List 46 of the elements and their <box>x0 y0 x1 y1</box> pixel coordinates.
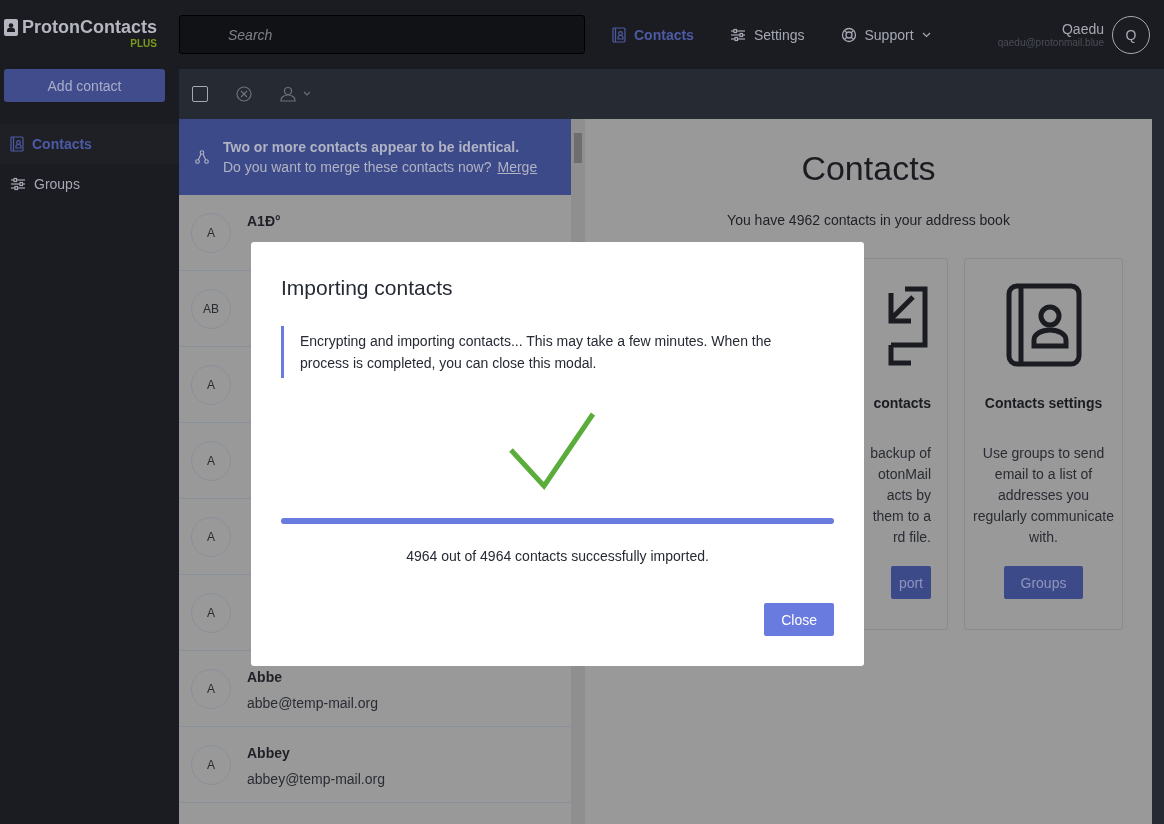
lifebuoy-icon <box>840 26 857 43</box>
add-contact-button[interactable]: Add contact <box>4 69 165 102</box>
dialog-title: Importing contacts <box>281 276 454 300</box>
card-button[interactable]: port <box>890 566 931 599</box>
search-field[interactable]: Search <box>179 15 585 54</box>
merge-icon <box>195 150 209 164</box>
contact-email: abbe@temp-mail.org <box>247 695 378 711</box>
nav-link[interactable]: Settings <box>729 26 805 43</box>
card-button[interactable]: Groups <box>1003 566 1084 599</box>
panel-title: Contacts <box>801 149 936 188</box>
person-dropdown-icon[interactable] <box>280 86 310 102</box>
panel-subtitle: You have 4962 contacts in your address book <box>727 212 1010 228</box>
select-all-checkbox[interactable] <box>192 86 208 102</box>
card-text: acts by <box>886 486 931 505</box>
merge-link[interactable]: Merge <box>497 159 538 175</box>
address-book-icon <box>612 26 626 43</box>
card-text: backup of <box>870 444 931 463</box>
card-title: Contacts settings <box>984 395 1103 411</box>
address-book-icon <box>10 136 24 152</box>
sliders-icon <box>10 177 26 191</box>
card-text: otonMail <box>878 465 931 484</box>
contact-name: Abbe <box>247 669 283 685</box>
nav-link[interactable]: Contacts <box>612 26 694 43</box>
card-title: contacts <box>873 395 931 411</box>
contact-email: abbey@temp-mail.org <box>247 771 385 787</box>
plan-label: PLUS <box>130 37 157 49</box>
sidebar-item[interactable]: Groups <box>0 164 179 204</box>
contact-name: Abbey <box>247 745 291 761</box>
sidebar-item[interactable]: Contacts <box>0 124 179 164</box>
dialog-message: Encrypting and importing contacts... This may take a few minutes. When the process is completed, you can close this modal. <box>281 326 834 378</box>
sliders-icon <box>729 27 746 42</box>
card-text: them to a <box>872 507 931 526</box>
banner-text: Do you want to merge these contacts now? <box>223 159 492 175</box>
card-text: Use groups to send email to a list of addresses you regularly communicate with. <box>973 444 1114 547</box>
checkmark-icon <box>507 412 596 492</box>
cancel-icon[interactable] <box>236 86 252 102</box>
close-button[interactable]: Close <box>764 603 834 636</box>
address-book-icon <box>1005 283 1082 367</box>
app-logo-name: ProtonContacts <box>22 16 157 38</box>
contact-name: A1Đ° <box>247 213 281 229</box>
import-status: 4964 out of 4964 contacts successfully imported. <box>405 548 710 564</box>
user-name: Qaedu <box>1061 21 1104 37</box>
banner-title: Two or more contacts appear to be identical. <box>223 139 521 155</box>
nav-link[interactable]: Support <box>840 26 931 43</box>
card-text: rd file. <box>892 528 931 547</box>
contact-card-icon <box>4 18 18 36</box>
